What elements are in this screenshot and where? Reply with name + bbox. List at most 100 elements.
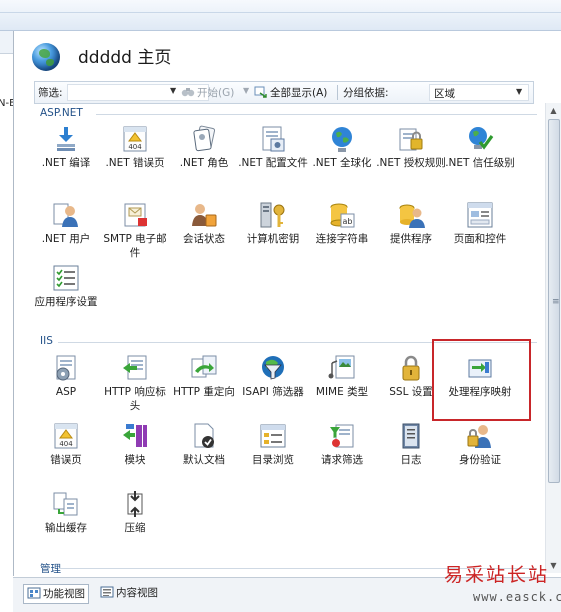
feature-net-error-page[interactable]: 404 .NET 错误页 <box>100 124 170 170</box>
vertical-scrollbar[interactable]: ▲ ≡ ▼ <box>545 103 561 573</box>
feature-modules[interactable]: 模块 <box>100 421 170 467</box>
output-caching-icon <box>51 489 81 519</box>
feature-net-trust-levels[interactable]: .NET 信任级别 <box>445 124 515 170</box>
asp-icon <box>51 353 81 383</box>
scroll-thumb[interactable]: ≡ <box>548 119 560 483</box>
group-by-dropdown-icon: ▼ <box>516 87 523 96</box>
feature-connection-strings[interactable]: ab 连接字符串 <box>307 200 377 246</box>
feature-smtp-email[interactable]: SMTP 电子邮件 <box>100 200 170 260</box>
filter-toolbar: 筛选: ▼ 开始(G) ▼ 全部显示(A) 分组依据: 区域 ▼ <box>34 81 534 104</box>
feature-asp[interactable]: ASP <box>34 353 101 399</box>
svg-text:404: 404 <box>128 143 142 151</box>
feature-authentication[interactable]: 身份验证 <box>445 421 515 467</box>
app-settings-icon <box>51 263 81 293</box>
net-users-icon <box>51 200 81 230</box>
feature-error-pages[interactable]: 404 错误页 <box>34 421 101 467</box>
feature-http-redirect[interactable]: HTTP 重定向 <box>169 353 239 399</box>
feature-label: 身份验证 <box>459 454 501 466</box>
feature-output-caching[interactable]: 输出缓存 <box>34 489 101 535</box>
net-compile-icon <box>51 124 81 154</box>
feature-label: 压缩 <box>124 522 146 534</box>
content-view-label: 内容视图 <box>116 587 158 599</box>
feature-label: .NET 全球化 <box>312 157 372 169</box>
start-button[interactable]: 开始(G) <box>181 85 234 101</box>
feature-default-document[interactable]: 默认文档 <box>169 421 239 467</box>
globe-icon <box>32 43 60 71</box>
connections-tree-clipped-text[interactable]: N-E <box>0 98 13 109</box>
highlight-box <box>432 339 531 421</box>
grip-icon: ≡ <box>552 297 560 307</box>
filter-dropdown-icon[interactable]: ▼ <box>170 86 176 95</box>
feature-app-settings[interactable]: 应用程序设置 <box>34 263 101 309</box>
feature-label: ISAPI 筛选器 <box>242 386 304 398</box>
feature-net-authorization[interactable]: .NET 授权规则 <box>376 124 446 170</box>
feature-label: .NET 角色 <box>179 157 229 169</box>
feature-net-profile[interactable]: .NET 配置文件 <box>238 124 308 170</box>
modules-icon <box>120 421 150 451</box>
session-state-icon <box>189 200 219 230</box>
svg-text:ab: ab <box>343 217 353 226</box>
feature-label: 日志 <box>400 454 422 466</box>
feature-label: 模块 <box>124 454 146 466</box>
feature-providers[interactable]: 提供程序 <box>376 200 446 246</box>
feature-label: 错误页 <box>50 454 82 466</box>
pages-controls-icon <box>465 200 495 230</box>
feature-directory-browsing[interactable]: 目录浏览 <box>238 421 308 467</box>
feature-label: 默认文档 <box>183 454 225 466</box>
directory-browsing-icon <box>258 421 288 451</box>
feature-label: .NET 编译 <box>41 157 91 169</box>
feature-net-compile[interactable]: .NET 编译 <box>34 124 101 170</box>
net-error-page-icon: 404 <box>120 124 150 154</box>
feature-request-filtering[interactable]: 请求筛选 <box>307 421 377 467</box>
smtp-email-icon <box>120 200 150 230</box>
binoculars-icon <box>181 86 195 101</box>
scroll-up-arrow-icon[interactable]: ▲ <box>546 103 561 118</box>
feature-session-state[interactable]: 会话状态 <box>169 200 239 246</box>
mime-types-icon <box>327 353 357 383</box>
feature-isapi-filters[interactable]: ISAPI 筛选器 <box>238 353 308 399</box>
content-view-icon <box>100 586 114 604</box>
feature-logging[interactable]: 日志 <box>376 421 446 467</box>
feature-net-globalization[interactable]: .NET 全球化 <box>307 124 377 170</box>
show-all-button[interactable]: 全部显示(A) <box>254 85 327 101</box>
feature-label: 会话状态 <box>183 233 225 245</box>
feature-label: 输出缓存 <box>45 522 87 534</box>
providers-icon <box>396 200 426 230</box>
logging-icon <box>396 421 426 451</box>
feature-label: 请求筛选 <box>321 454 363 466</box>
feature-label: 目录浏览 <box>252 454 294 466</box>
http-response-headers-icon <box>120 353 150 383</box>
feature-net-roles[interactable]: .NET 角色 <box>169 124 239 170</box>
group-divider <box>96 114 537 115</box>
feature-pages-controls[interactable]: 页面和控件 <box>445 200 515 246</box>
features-view-tab[interactable]: 功能视图 <box>23 584 89 604</box>
show-all-icon <box>254 86 268 101</box>
connections-pane-header <box>0 31 13 54</box>
connections-pane: N-E <box>0 31 14 576</box>
request-filtering-icon <box>327 421 357 451</box>
ssl-settings-icon <box>396 353 426 383</box>
toolbar-separator <box>337 85 338 100</box>
window-top-strip <box>0 0 561 31</box>
feature-label: 连接字符串 <box>315 233 369 245</box>
features-view-icon <box>27 587 41 605</box>
features-panel: ASP.NET .NET 编译 404 .NET 错误页 .NET 角色 .NET 配置文… <box>34 103 545 573</box>
feature-label: HTTP 响应标头 <box>104 386 166 412</box>
feature-machine-key[interactable]: 计算机密钥 <box>238 200 308 246</box>
authentication-icon <box>465 421 495 451</box>
show-all-label: 全部显示(A) <box>270 87 328 99</box>
content-view-tab[interactable]: 内容视图 <box>97 584 161 602</box>
machine-key-icon <box>258 200 288 230</box>
feature-http-response-headers[interactable]: HTTP 响应标头 <box>100 353 170 413</box>
feature-compression[interactable]: 压缩 <box>100 489 170 535</box>
feature-net-users[interactable]: .NET 用户 <box>34 200 101 246</box>
feature-label: .NET 信任级别 <box>445 157 515 169</box>
group-by-select[interactable]: 区域 ▼ <box>429 84 529 101</box>
start-dropdown-icon[interactable]: ▼ <box>243 86 249 95</box>
feature-label: .NET 错误页 <box>105 157 165 169</box>
feature-mime-types[interactable]: MIME 类型 <box>307 353 377 399</box>
feature-label: .NET 用户 <box>41 233 91 245</box>
group-header-asp-net: ASP.NET <box>40 107 83 119</box>
feature-label: .NET 配置文件 <box>238 157 308 169</box>
feature-label: 计算机密钥 <box>246 233 300 245</box>
